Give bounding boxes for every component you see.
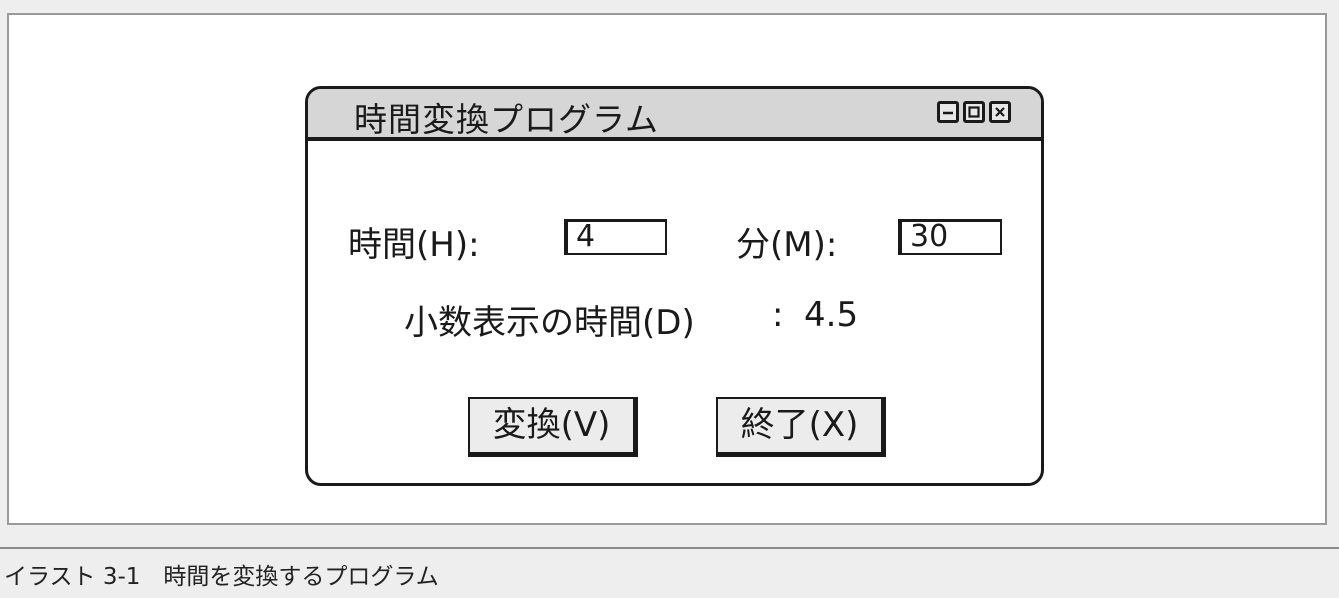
window-title: 時間変換プログラム	[354, 100, 660, 139]
hours-label: 時間(H):	[348, 225, 480, 265]
decimal-hours-separator: :	[772, 295, 784, 335]
decimal-hours-value: 4.5	[804, 295, 859, 335]
convert-button[interactable]: 変換(V)	[468, 397, 638, 457]
minimize-icon[interactable]	[937, 101, 959, 123]
close-icon[interactable]	[989, 101, 1011, 123]
figure-frame: 時間変換プログラム 時間(H): 4 分(M): 30 小数表示の時間(D):…	[7, 13, 1327, 525]
hours-input[interactable]: 4	[564, 219, 667, 255]
window-controls	[937, 101, 1011, 123]
exit-button[interactable]: 終了(X)	[716, 397, 886, 457]
minutes-label: 分(M):	[736, 225, 838, 265]
maximize-icon[interactable]	[963, 101, 985, 123]
app-window: 時間変換プログラム 時間(H): 4 分(M): 30 小数表示の時間(D):…	[305, 86, 1044, 486]
minutes-input[interactable]: 30	[898, 219, 1002, 255]
decimal-hours-label: 小数表示の時間(D)	[404, 303, 695, 343]
figure-caption: イラスト 3-1 時間を変換するプログラム	[4, 564, 439, 590]
caption-divider	[0, 547, 1339, 549]
title-bar: 時間変換プログラム	[308, 89, 1041, 141]
